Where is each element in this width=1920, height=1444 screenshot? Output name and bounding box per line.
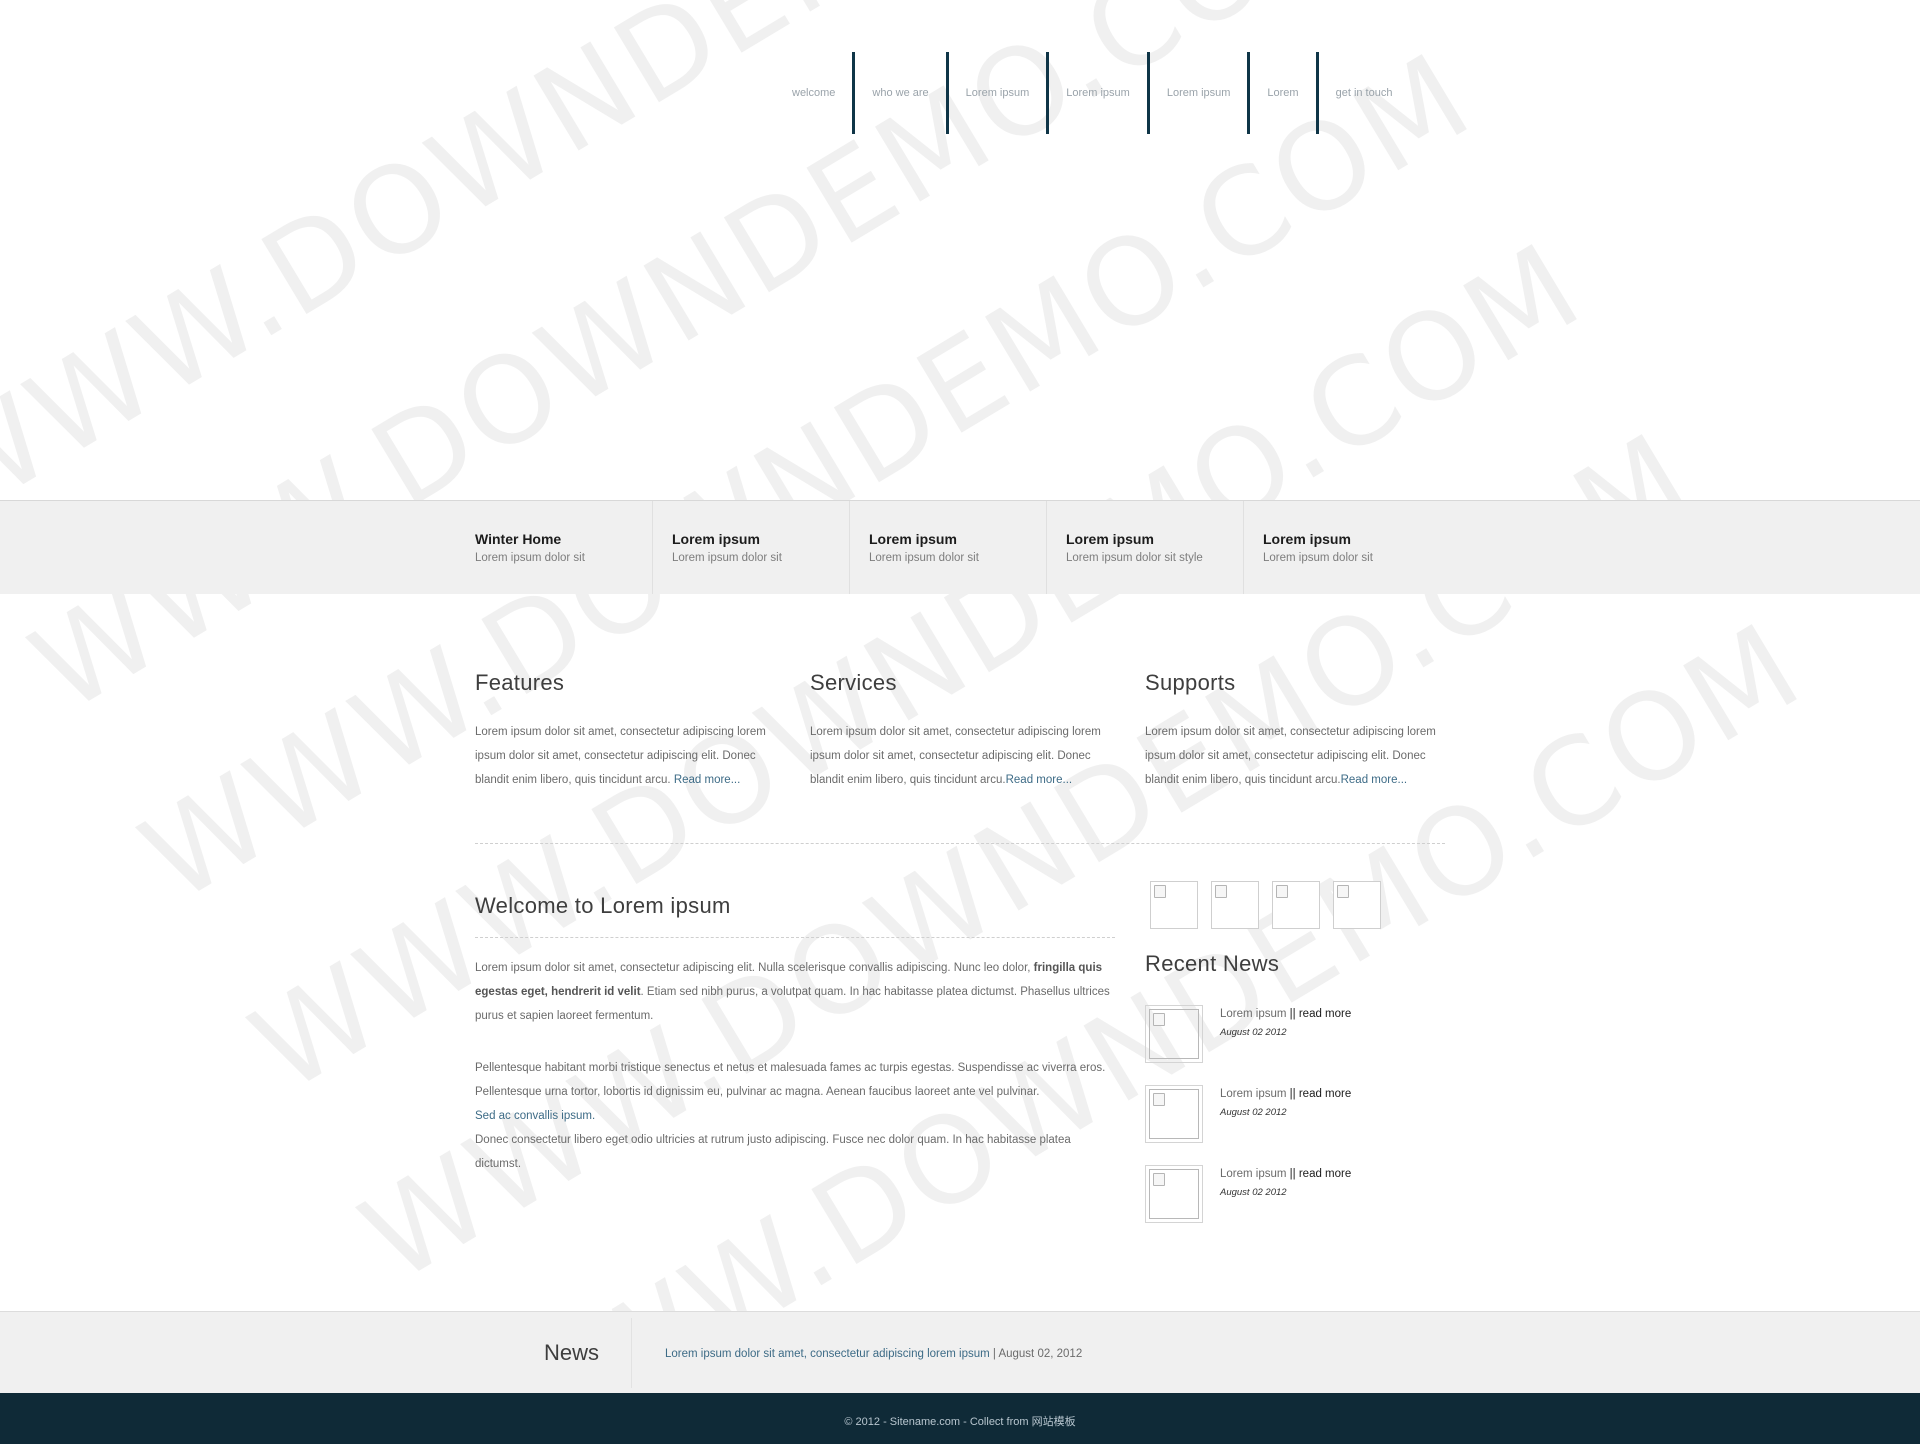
news-strip-date: | August 02, 2012 <box>989 1348 1083 1360</box>
column-text: Lorem ipsum dolor sit amet, consectetur … <box>810 720 1110 792</box>
news-title: Lorem ipsum || read more <box>1220 1168 1351 1180</box>
news-title-text: Lorem ipsum <box>1220 1008 1287 1020</box>
news-text: Lorem ipsum || read more August 02 2012 <box>1220 1165 1351 1245</box>
news-item: Lorem ipsum || read more August 02 2012 <box>1145 1165 1445 1245</box>
news-strip-divider <box>631 1318 632 1388</box>
feature-bar-item[interactable]: Lorem ipsum Lorem ipsum dolor sit <box>652 501 849 594</box>
divider <box>475 843 1445 844</box>
news-date: August 02 2012 <box>1220 1187 1287 1198</box>
welcome-text: Donec consectetur libero eget odio ultri… <box>475 1134 1071 1170</box>
read-more-link[interactable]: || read more <box>1290 1008 1352 1020</box>
footer-copyright: © 2012 - Sitename.com - Collect from 网站模… <box>844 1416 1076 1428</box>
column-title: Features <box>475 670 565 695</box>
recent-news-title: Recent News <box>1145 951 1280 976</box>
read-more-link[interactable]: Read more... <box>674 774 740 786</box>
news-title: Lorem ipsum || read more <box>1220 1008 1351 1020</box>
news-text: Lorem ipsum || read more August 02 2012 <box>1220 1085 1351 1165</box>
read-more-link[interactable]: Read more... <box>1341 774 1407 786</box>
news-thumbnail[interactable] <box>1145 1165 1203 1223</box>
feature-bar-title: Lorem ipsum <box>672 531 760 547</box>
column-services: Services Lorem ipsum dolor sit amet, con… <box>810 670 1110 792</box>
column-features: Features Lorem ipsum dolor sit amet, con… <box>475 670 775 792</box>
news-item: Lorem ipsum || read more August 02 2012 <box>1145 1085 1445 1165</box>
news-strip: News Lorem ipsum dolor sit amet, consect… <box>0 1311 1920 1394</box>
feature-bar-title: Lorem ipsum <box>1066 531 1154 547</box>
news-strip-text: Lorem ipsum dolor sit amet, consectetur … <box>665 1348 1082 1360</box>
column-title: Supports <box>1145 670 1236 695</box>
gallery-thumbnails <box>1150 881 1394 929</box>
image-placeholder-icon <box>1149 1009 1199 1059</box>
news-date: August 02 2012 <box>1220 1107 1287 1118</box>
feature-bar-item[interactable]: Winter Home Lorem ipsum dolor sit <box>475 501 652 594</box>
gallery-thumbnail[interactable] <box>1272 881 1320 929</box>
feature-bar-title: Lorem ipsum <box>869 531 957 547</box>
welcome-link[interactable]: Sed ac convallis ipsum. <box>475 1110 595 1122</box>
news-title-text: Lorem ipsum <box>1220 1168 1287 1180</box>
gallery-thumbnail[interactable] <box>1333 881 1381 929</box>
feature-bar-item[interactable]: Lorem ipsum Lorem ipsum dolor sit <box>849 501 1046 594</box>
news-item: Lorem ipsum || read more August 02 2012 <box>1145 1005 1445 1085</box>
read-more-link[interactable]: || read more <box>1290 1168 1352 1180</box>
gallery-thumbnail[interactable] <box>1211 881 1259 929</box>
footer: © 2012 - Sitename.com - Collect from 网站模… <box>0 1393 1920 1444</box>
feature-bar: Winter Home Lorem ipsum dolor sit Lorem … <box>0 500 1920 594</box>
feature-bar-subtitle: Lorem ipsum dolor sit <box>1263 552 1373 564</box>
feature-bar-item[interactable]: Lorem ipsum Lorem ipsum dolor sit <box>1243 501 1440 594</box>
feature-bar-title: Lorem ipsum <box>1263 531 1351 547</box>
gallery-thumbnail[interactable] <box>1150 881 1198 929</box>
welcome-text: Lorem ipsum dolor sit amet, consectetur … <box>475 962 1034 974</box>
read-more-link[interactable]: Read more... <box>1006 774 1072 786</box>
column-supports: Supports Lorem ipsum dolor sit amet, con… <box>1145 670 1445 792</box>
image-placeholder-icon <box>1149 1169 1199 1219</box>
column-text: Lorem ipsum dolor sit amet, consectetur … <box>475 720 775 792</box>
news-strip-label: News <box>544 1340 600 1365</box>
read-more-link[interactable]: || read more <box>1290 1088 1352 1100</box>
nav-item-welcome[interactable]: welcome <box>775 52 852 134</box>
news-thumbnail[interactable] <box>1145 1005 1203 1063</box>
welcome-title: Welcome to Lorem ipsum <box>475 893 1115 938</box>
feature-bar-inner: Winter Home Lorem ipsum dolor sit Lorem … <box>475 501 1440 594</box>
nav-item-lorem-ipsum-2[interactable]: Lorem ipsum <box>1049 52 1147 134</box>
welcome-text: Pellentesque habitant morbi tristique se… <box>475 1062 1106 1098</box>
news-title: Lorem ipsum || read more <box>1220 1088 1351 1100</box>
column-text: Lorem ipsum dolor sit amet, consectetur … <box>1145 720 1445 792</box>
recent-news: Recent News Lorem ipsum || read more Aug… <box>1145 951 1445 1245</box>
info-columns: Features Lorem ipsum dolor sit amet, con… <box>475 670 1445 792</box>
feature-bar-subtitle: Lorem ipsum dolor sit <box>475 552 585 564</box>
nav-item-get-in-touch[interactable]: get in touch <box>1319 52 1410 134</box>
nav-item-who-we-are[interactable]: who we are <box>855 52 945 134</box>
news-title-text: Lorem ipsum <box>1220 1088 1287 1100</box>
welcome-paragraph-1: Lorem ipsum dolor sit amet, consectetur … <box>475 956 1115 1028</box>
feature-bar-subtitle: Lorem ipsum dolor sit style <box>1066 552 1203 564</box>
welcome-paragraph-2: Pellentesque habitant morbi tristique se… <box>475 1056 1115 1176</box>
watermark-text: WWW.DOWNDEMO.COM <box>120 26 1496 930</box>
feature-bar-subtitle: Lorem ipsum dolor sit <box>869 552 979 564</box>
news-text: Lorem ipsum || read more August 02 2012 <box>1220 1005 1351 1085</box>
main-nav: welcome who we are Lorem ipsum Lorem ips… <box>775 52 1409 134</box>
nav-item-lorem[interactable]: Lorem <box>1250 52 1315 134</box>
news-thumbnail[interactable] <box>1145 1085 1203 1143</box>
feature-bar-subtitle: Lorem ipsum dolor sit <box>672 552 782 564</box>
feature-bar-item[interactable]: Lorem ipsum Lorem ipsum dolor sit style <box>1046 501 1243 594</box>
nav-item-lorem-ipsum-3[interactable]: Lorem ipsum <box>1150 52 1248 134</box>
nav-item-lorem-ipsum-1[interactable]: Lorem ipsum <box>949 52 1047 134</box>
news-strip-link[interactable]: Lorem ipsum dolor sit amet, consectetur … <box>665 1348 990 1360</box>
column-title: Services <box>810 670 897 695</box>
welcome-section: Welcome to Lorem ipsum Lorem ipsum dolor… <box>475 893 1115 1176</box>
feature-bar-title: Winter Home <box>475 531 562 547</box>
news-date: August 02 2012 <box>1220 1027 1287 1038</box>
image-placeholder-icon <box>1149 1089 1199 1139</box>
